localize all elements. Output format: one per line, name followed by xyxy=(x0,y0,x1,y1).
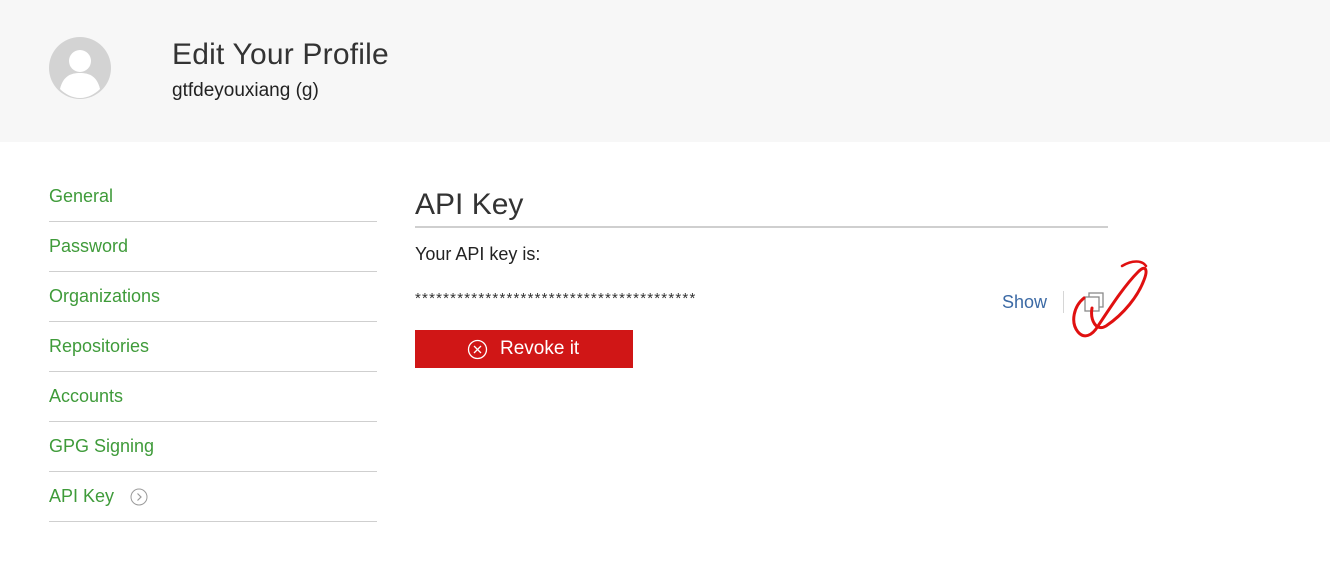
username: gtfdeyouxiang (g) xyxy=(172,80,319,101)
sidebar-item-label: Password xyxy=(49,236,129,256)
revoke-button[interactable]: Revoke it xyxy=(415,330,633,368)
section-title: API Key xyxy=(415,188,524,221)
sidebar-item-repositories[interactable]: Repositories xyxy=(49,322,377,372)
api-key-label: Your API key is: xyxy=(415,244,541,264)
settings-sidebar: General Password Organizations Repositor… xyxy=(49,172,377,522)
sidebar-item-label: Accounts xyxy=(49,386,124,406)
page-title: Edit Your Profile xyxy=(172,38,389,71)
sidebar-item-api-key[interactable]: API Key xyxy=(49,472,377,522)
show-api-key-link[interactable]: Show xyxy=(1002,292,1047,313)
chevron-right-circle-icon xyxy=(130,488,148,506)
section-divider xyxy=(415,226,1108,228)
copy-icon[interactable] xyxy=(1082,290,1106,314)
user-avatar-icon xyxy=(49,37,111,99)
sidebar-item-label: General xyxy=(49,186,114,206)
api-key-value: **************************************** xyxy=(415,290,697,307)
sidebar-item-password[interactable]: Password xyxy=(49,222,377,272)
red-check-annotation xyxy=(1072,260,1148,338)
action-divider xyxy=(1063,291,1064,313)
sidebar-item-label: Repositories xyxy=(49,336,150,356)
sidebar-item-label: GPG Signing xyxy=(49,436,155,456)
sidebar-item-label: Organizations xyxy=(49,286,161,306)
sidebar-item-general[interactable]: General xyxy=(49,172,377,222)
revoke-button-label: Revoke it xyxy=(500,338,580,359)
sidebar-item-label: API Key xyxy=(49,486,115,506)
sidebar-item-accounts[interactable]: Accounts xyxy=(49,372,377,422)
sidebar-item-gpg-signing[interactable]: GPG Signing xyxy=(49,422,377,472)
close-circle-icon xyxy=(467,339,488,360)
sidebar-item-organizations[interactable]: Organizations xyxy=(49,272,377,322)
profile-header: Edit Your Profile gtfdeyouxiang (g) xyxy=(0,0,1330,142)
